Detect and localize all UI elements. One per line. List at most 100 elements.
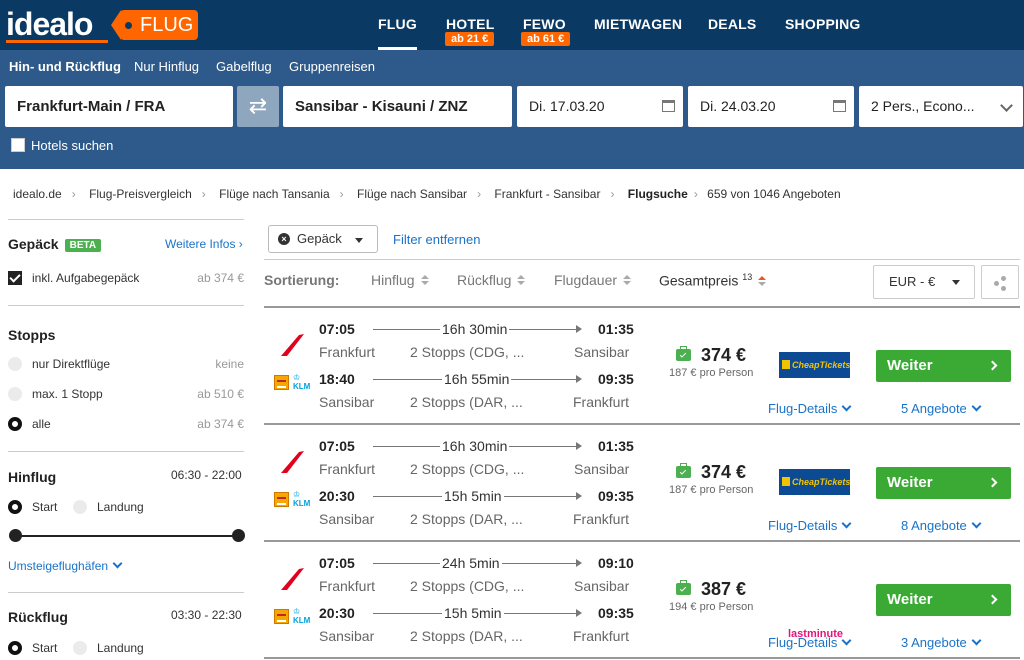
outbound-time-range: 06:30 - 22:00 (171, 468, 242, 482)
calendar-icon (833, 100, 846, 112)
more-offers-link[interactable]: 5 Angebote (901, 401, 982, 416)
stops-direct-option[interactable]: nur Direktflüge keine (8, 357, 244, 371)
stops-max1-option[interactable]: max. 1 Stopp ab 510 € (8, 387, 244, 401)
stops-option-label: alle (32, 417, 51, 431)
sort-total-price[interactable]: Gesamtpreis 13 (659, 272, 767, 289)
nav-shopping[interactable]: SHOPPING (785, 16, 861, 32)
nav-hotel[interactable]: HOTEL (446, 16, 494, 32)
tag-hole-icon (125, 22, 132, 29)
sort-arrows-icon (420, 275, 429, 286)
idealo-logo[interactable]: idealo (6, 6, 93, 43)
top-header: idealo FLUG FLUG HOTEL ab 21 € FEWO ab 6… (0, 0, 1024, 50)
return-stops[interactable]: 2 Stopps (DAR, ... (410, 628, 523, 644)
passengers-select[interactable]: 2 Pers., Econo... (859, 86, 1023, 127)
sidebar-divider (8, 451, 244, 452)
sort-outbound[interactable]: Hinflug (371, 272, 429, 288)
sidebar-divider (8, 305, 244, 306)
sort-label: Sortierung: (264, 272, 340, 288)
nav-mietwagen[interactable]: MIETWAGEN (594, 16, 682, 32)
outbound-duration: 24h 5min (440, 555, 502, 571)
luggage-filter-chip[interactable]: × Gepäck (268, 225, 378, 253)
radio-icon (73, 641, 87, 655)
flight-details-link[interactable]: Flug-Details (768, 635, 852, 650)
crumb-home[interactable]: idealo.de (13, 187, 62, 201)
outbound-destination: Sansibar (574, 344, 630, 360)
outbound-stops[interactable]: 2 Stopps (CDG, ... (410, 578, 524, 594)
depart-date-field[interactable]: Di. 17.03.20 (517, 86, 683, 127)
price-per-person: 187 € pro Person (669, 367, 754, 379)
continue-button[interactable]: Weiter (876, 350, 1011, 382)
layover-airports-link[interactable]: Umsteigeflughäfen (8, 558, 123, 573)
share-icon[interactable] (981, 265, 1019, 299)
outbound-arrival-time: 01:35 (598, 321, 634, 337)
sort-arrows-icon (517, 275, 526, 286)
luggage-option-price: ab 374 € (197, 271, 244, 285)
outbound-time-slider[interactable] (15, 535, 237, 537)
kenya-airways-logo (274, 492, 289, 507)
provider-logo-cheaptickets[interactable]: CheapTickets (779, 352, 850, 378)
radio-icon (73, 500, 87, 514)
crumb-route[interactable]: Frankfurt - Sansibar (494, 187, 600, 201)
stops-filter-title: Stopps (8, 327, 56, 343)
provider-logo-cheaptickets[interactable]: CheapTickets (779, 469, 850, 495)
outbound-landing-option[interactable]: Landung (73, 500, 144, 514)
swap-airports-icon[interactable]: ⇄ (237, 86, 279, 127)
currency-select[interactable]: EUR - € (873, 265, 975, 299)
origin-field[interactable]: Frankfurt-Main / FRA (5, 86, 233, 127)
arrow-right-icon (576, 325, 582, 333)
return-start-option[interactable]: Start (8, 641, 57, 655)
trip-roundtrip[interactable]: Hin- und Rückflug (9, 59, 121, 74)
clear-filters-link[interactable]: Filter entfernen (393, 232, 480, 247)
sort-return[interactable]: Rückflug (457, 272, 526, 288)
arrow-right-icon (576, 442, 582, 450)
return-destination: Frankfurt (573, 394, 630, 410)
flight-details-link[interactable]: Flug-Details (768, 518, 852, 533)
stops-all-option[interactable]: alle ab 374 € (8, 417, 244, 431)
return-landing-option[interactable]: Landung (73, 641, 144, 655)
slider-min-handle[interactable] (9, 529, 22, 542)
luggage-checked-option[interactable]: inkl. Aufgabegepäck ab 374 € (8, 271, 244, 285)
outbound-duration: 16h 30min (440, 321, 510, 337)
trip-openjaw[interactable]: Gabelflug (216, 59, 272, 74)
outbound-departure-time: 07:05 (319, 321, 355, 337)
return-origin: Sansibar (319, 628, 375, 644)
crumb-tanzania[interactable]: Flüge nach Tansania (219, 187, 330, 201)
chevron-down-icon (971, 635, 982, 646)
return-stops[interactable]: 2 Stopps (DAR, ... (410, 394, 523, 410)
continue-button-label: Weiter (887, 591, 933, 608)
more-offers-link[interactable]: 3 Angebote (901, 635, 982, 650)
return-origin: Sansibar (319, 394, 375, 410)
outbound-start-option[interactable]: Start (8, 500, 57, 514)
price-per-person: 187 € pro Person (669, 484, 754, 496)
return-stops[interactable]: 2 Stopps (DAR, ... (410, 511, 523, 527)
trip-oneway[interactable]: Nur Hinflug (134, 59, 199, 74)
calendar-icon (662, 100, 675, 112)
flight-details-link[interactable]: Flug-Details (768, 401, 852, 416)
nav-fewo[interactable]: FEWO (523, 16, 566, 32)
stops-option-label: nur Direktflüge (32, 357, 111, 371)
crumb-flight-compare[interactable]: Flug-Preisvergleich (89, 187, 192, 201)
crumb-zanzibar[interactable]: Flüge nach Sansibar (357, 187, 467, 201)
chevron-down-icon (971, 518, 982, 529)
sort-duration[interactable]: Flugdauer (554, 272, 632, 288)
start-label: Start (32, 500, 58, 514)
return-date-field[interactable]: Di. 24.03.20 (688, 86, 854, 127)
continue-button[interactable]: Weiter (876, 467, 1011, 499)
remove-filter-icon[interactable]: × (278, 233, 290, 245)
outbound-destination: Sansibar (574, 578, 630, 594)
slider-max-handle[interactable] (232, 529, 245, 542)
nav-flug[interactable]: FLUG (378, 16, 417, 50)
outbound-origin: Frankfurt (319, 578, 376, 594)
luggage-more-info-link[interactable]: Weitere Infos › (165, 237, 243, 251)
nav-deals[interactable]: DEALS (708, 16, 756, 32)
destination-field[interactable]: Sansibar - Kisauni / ZNZ (283, 86, 512, 127)
outbound-stops[interactable]: 2 Stopps (CDG, ... (410, 344, 524, 360)
result-divider (264, 657, 1020, 659)
radio-selected-icon (8, 417, 22, 431)
chevron-down-icon (841, 635, 852, 646)
trip-group[interactable]: Gruppenreisen (289, 59, 375, 74)
more-offers-link[interactable]: 8 Angebote (901, 518, 982, 533)
continue-button[interactable]: Weiter (876, 584, 1011, 616)
hotels-checkbox[interactable]: Hotels suchen (11, 138, 113, 153)
outbound-stops[interactable]: 2 Stopps (CDG, ... (410, 461, 524, 477)
